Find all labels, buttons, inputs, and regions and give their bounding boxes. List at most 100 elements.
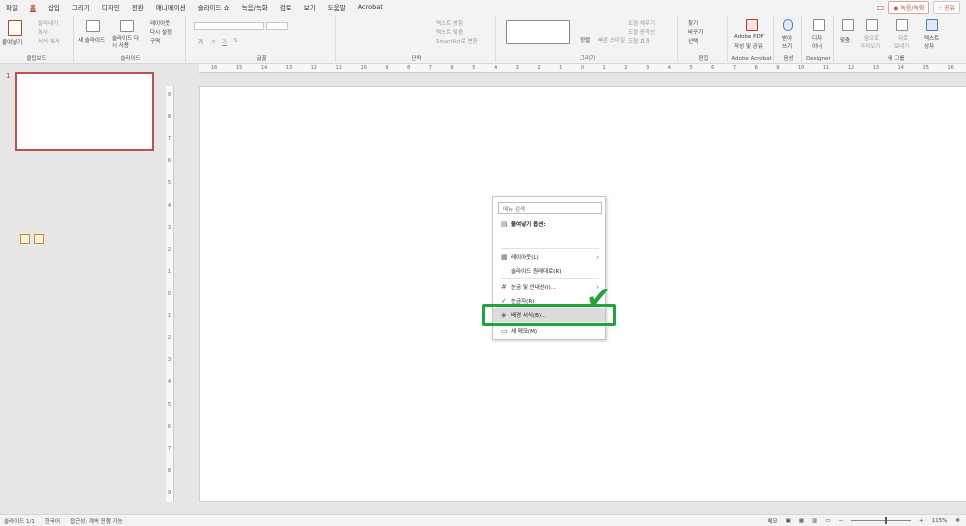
tab-file[interactable]: 파일 bbox=[0, 2, 24, 12]
tab-home[interactable]: 홈 bbox=[24, 2, 42, 12]
designer-icon[interactable] bbox=[813, 19, 825, 31]
voice-label: 음성 bbox=[783, 56, 794, 62]
bring-forward-icon[interactable] bbox=[866, 19, 878, 31]
tab-slideshow[interactable]: 슬라이드 쇼 bbox=[192, 2, 236, 12]
new-slide-icon[interactable] bbox=[86, 20, 100, 32]
zoom-thumb[interactable] bbox=[885, 517, 888, 524]
microphone-icon[interactable] bbox=[783, 19, 793, 31]
ruler-tick: 8 bbox=[167, 114, 172, 121]
paragraph-label: 단락 bbox=[411, 56, 422, 62]
tab-insert[interactable]: 삽입 bbox=[42, 2, 66, 12]
find-button[interactable]: 찾기 bbox=[688, 19, 698, 27]
ruler-tick: 12 bbox=[310, 65, 317, 71]
arrange-button[interactable]: 정렬 bbox=[580, 36, 590, 44]
new-slide-button[interactable]: 새 슬라이드 bbox=[78, 36, 105, 44]
tab-design[interactable]: 디자인 bbox=[96, 2, 126, 12]
new-comment-menu-item[interactable]: ▭ 새 메모(M) bbox=[493, 324, 605, 338]
language-status[interactable]: 한국어 bbox=[45, 517, 60, 525]
shape-gallery-icon[interactable] bbox=[506, 20, 570, 44]
format-painter-button[interactable]: 서식 복사 bbox=[38, 37, 60, 45]
accessibility-status[interactable]: 접근성: 계속 진행 가능 bbox=[70, 517, 123, 525]
ruler-tick: 4 bbox=[167, 379, 172, 386]
slide-sorter-icon[interactable]: ▦ bbox=[799, 518, 804, 524]
smartart-button[interactable]: SmartArt로 변환 bbox=[436, 37, 478, 45]
tab-animations[interactable]: 애니메이션 bbox=[150, 2, 192, 12]
designer-button[interactable]: 디자 bbox=[812, 34, 822, 42]
checkmark-icon: ✔ bbox=[586, 281, 612, 316]
slide-thumbnail[interactable] bbox=[15, 72, 154, 151]
section-button[interactable]: 구역 bbox=[150, 37, 160, 45]
dictate-button[interactable]: 받아 bbox=[782, 34, 792, 42]
textbox-button[interactable]: 텍스트 bbox=[924, 34, 939, 42]
send-back-button-line2[interactable]: 보내기 bbox=[894, 42, 909, 50]
replace-button[interactable]: 바꾸기 bbox=[688, 28, 703, 36]
reset-slide-menu-item[interactable]: 슬라이드 원래대로(R) bbox=[493, 264, 605, 278]
comment-icon[interactable]: ▭ bbox=[877, 3, 885, 12]
font-size-field[interactable] bbox=[266, 22, 288, 30]
paste-button[interactable]: 붙여넣기 bbox=[2, 38, 22, 46]
ruler-tick: 7 bbox=[167, 445, 172, 452]
reading-view-icon[interactable]: ▥ bbox=[812, 518, 817, 524]
send-back-button[interactable]: 뒤로 bbox=[898, 34, 908, 42]
ruler-tick: 13 bbox=[872, 65, 880, 71]
dictate-button-line2[interactable]: 쓰기 bbox=[782, 42, 792, 50]
bring-forward-button-line2[interactable]: 가져오기 bbox=[860, 42, 880, 50]
designer-button-line2[interactable]: 이너 bbox=[812, 42, 822, 50]
cut-button[interactable]: 잘라내기 bbox=[38, 19, 58, 27]
chevron-right-icon: › bbox=[596, 253, 599, 261]
strike-button[interactable]: S bbox=[234, 38, 238, 44]
zoom-level[interactable]: 115% bbox=[932, 518, 948, 524]
shape-outline-button[interactable]: 도형 윤곽선 bbox=[628, 28, 655, 36]
ruler-tick: 15 bbox=[922, 65, 929, 71]
fit-button[interactable]: 맞춤 bbox=[840, 36, 850, 44]
ruler-tick: 9 bbox=[167, 489, 172, 496]
share-button[interactable]: ☝ 공유 bbox=[933, 0, 960, 14]
normal-view-icon[interactable]: ▣ bbox=[786, 518, 791, 524]
paste-keep-source-icon[interactable] bbox=[20, 234, 30, 244]
record-button[interactable]: ◉ 녹음/녹화 bbox=[888, 0, 930, 14]
shape-fill-button[interactable]: 도형 채우기 bbox=[628, 19, 655, 27]
tab-acrobat[interactable]: Acrobat bbox=[352, 3, 389, 11]
tab-help[interactable]: 도움말 bbox=[322, 2, 352, 12]
create-share-button[interactable]: 작성 및 공유 bbox=[734, 42, 763, 50]
textbox-button-line2[interactable]: 상자 bbox=[924, 42, 934, 50]
tab-view[interactable]: 보기 bbox=[298, 2, 322, 12]
layout-button[interactable]: 레이아웃 bbox=[150, 19, 170, 27]
bold-button[interactable]: 가 bbox=[198, 38, 203, 46]
select-button[interactable]: 선택 bbox=[688, 37, 698, 45]
fit-slide-icon[interactable]: ✥ bbox=[955, 518, 960, 524]
zoom-in-icon[interactable]: + bbox=[919, 518, 924, 524]
copy-button[interactable]: 복사 bbox=[38, 28, 48, 36]
reuse-slides-button[interactable]: 슬라이드 다시 사용 bbox=[112, 36, 142, 50]
underline-button[interactable]: 가 bbox=[222, 38, 227, 46]
pdf-icon[interactable] bbox=[746, 19, 758, 31]
create-pdf-button[interactable]: Adobe PDF bbox=[734, 34, 764, 40]
menu-search-input[interactable]: 메뉴 검색 bbox=[498, 202, 602, 214]
slideshow-icon[interactable]: ▭ bbox=[825, 518, 830, 524]
italic-button[interactable]: 가 bbox=[210, 38, 215, 46]
tab-review[interactable]: 검토 bbox=[274, 2, 298, 12]
text-direction-button[interactable]: 텍스트 방향 bbox=[436, 19, 463, 27]
tab-draw[interactable]: 그리기 bbox=[66, 2, 96, 12]
send-back-icon[interactable] bbox=[896, 19, 908, 31]
ruler-tick: 1 bbox=[167, 313, 172, 320]
layout-menu-item[interactable]: ▦ 레이아웃(L) › bbox=[493, 250, 605, 264]
textbox-icon[interactable] bbox=[926, 19, 938, 31]
tab-transitions[interactable]: 전환 bbox=[126, 2, 150, 12]
notes-button[interactable]: 메모 bbox=[768, 517, 778, 525]
align-text-button[interactable]: 텍스트 맞춤 bbox=[436, 28, 463, 36]
reset-button[interactable]: 다시 설정 bbox=[150, 28, 172, 36]
tab-record[interactable]: 녹음/녹화 bbox=[236, 2, 274, 12]
ruler-tick: 8 bbox=[407, 65, 411, 71]
bring-forward-button[interactable]: 앞으로 bbox=[864, 34, 879, 42]
reuse-slide-icon[interactable] bbox=[120, 20, 134, 32]
zoom-out-icon[interactable]: − bbox=[838, 518, 843, 524]
drawing-group: 정렬 빠른 스타일 도형 채우기 도형 윤곽선 도형 효과 그리기 bbox=[498, 16, 678, 62]
shape-effects-button[interactable]: 도형 효과 bbox=[628, 37, 650, 45]
fit-icon[interactable] bbox=[842, 19, 854, 31]
paste-picture-icon[interactable] bbox=[34, 234, 44, 244]
paste-icon[interactable] bbox=[8, 20, 22, 36]
quick-styles-button[interactable]: 빠른 스타일 bbox=[598, 36, 625, 44]
font-name-field[interactable] bbox=[194, 22, 264, 30]
zoom-slider[interactable] bbox=[851, 517, 912, 524]
